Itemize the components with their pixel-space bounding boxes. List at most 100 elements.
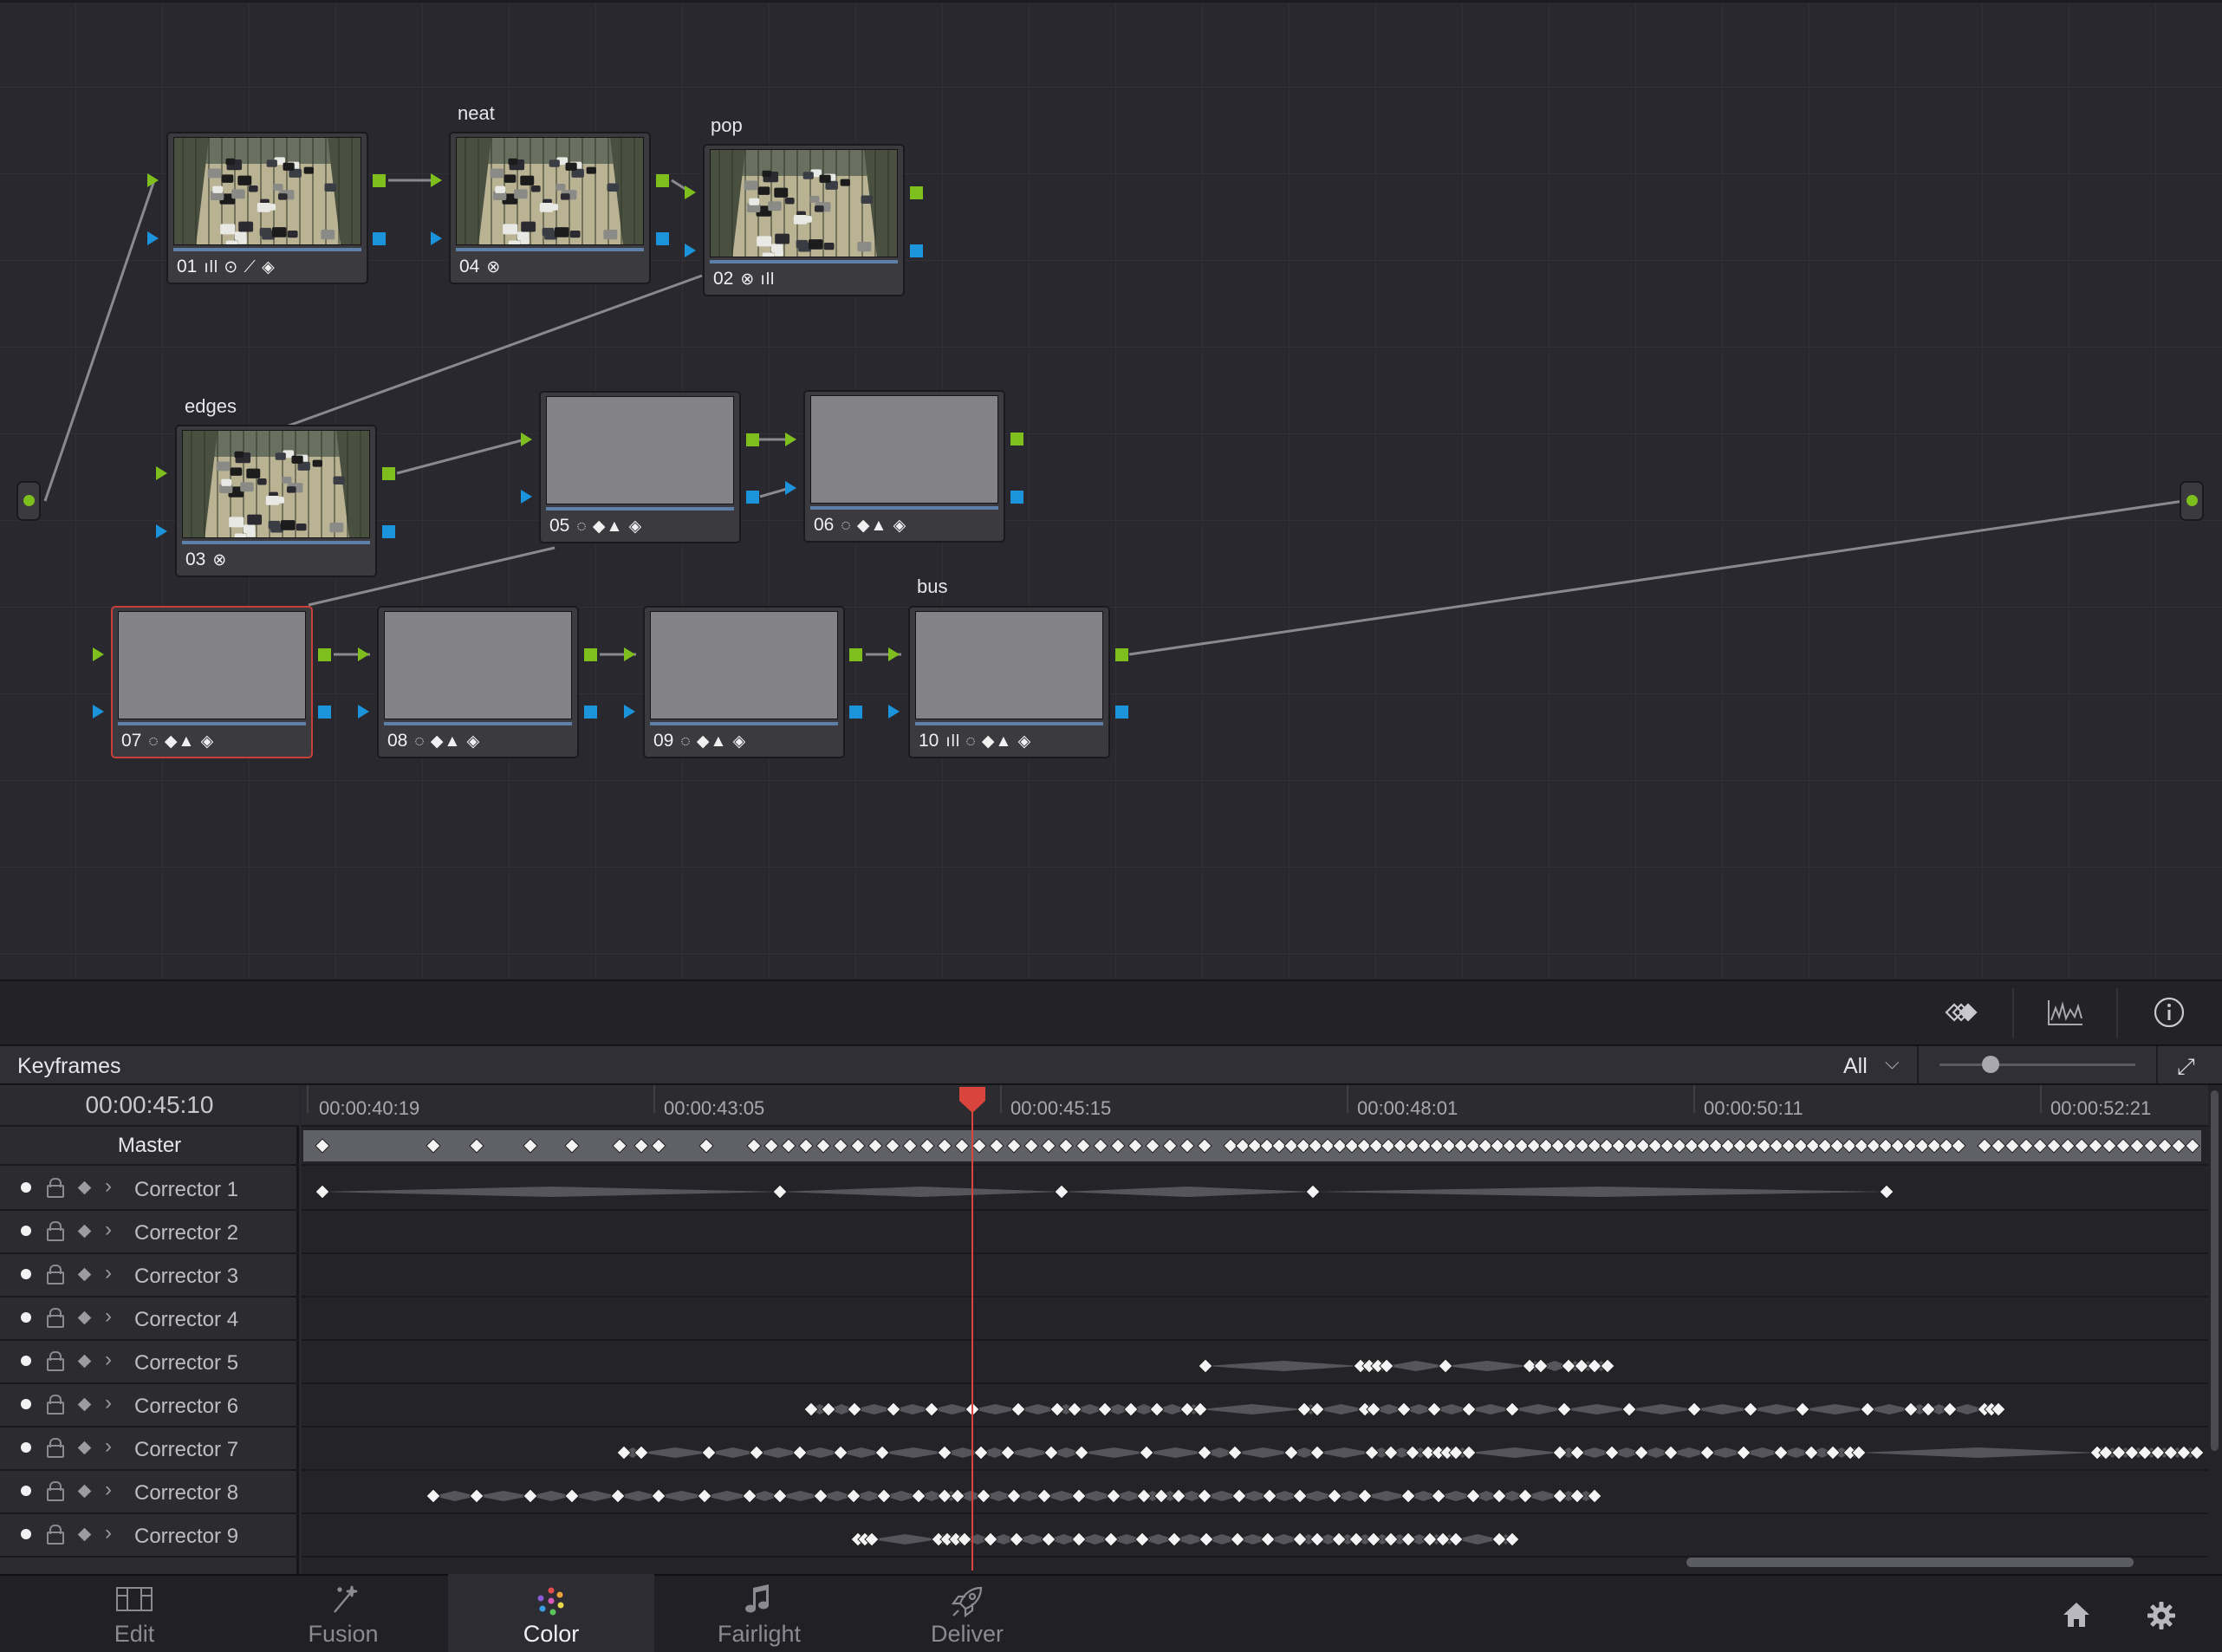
node-09[interactable]: 09 ◌ ◆▲ ◈ (643, 606, 845, 758)
lock-icon[interactable] (47, 1438, 64, 1458)
keyframe-icon[interactable] (77, 1311, 92, 1325)
rgb-output-port[interactable] (746, 433, 759, 446)
rgb-input-icon[interactable] (156, 466, 167, 480)
node-04[interactable]: 04 ⊗ (449, 132, 651, 284)
key-input-icon[interactable] (431, 231, 442, 245)
visibility-icon[interactable] (21, 1269, 31, 1279)
keyframe-lane[interactable] (302, 1384, 2208, 1428)
lock-icon[interactable] (47, 1308, 64, 1328)
rgb-input-icon[interactable] (93, 647, 104, 661)
rgb-output-port[interactable] (1010, 433, 1023, 446)
keyframe-lane[interactable] (302, 1167, 2208, 1211)
rgb-output-port[interactable] (1115, 648, 1128, 661)
lock-icon[interactable] (47, 1481, 64, 1501)
keyframes-icon[interactable] (1939, 995, 1979, 1030)
rgb-input-icon[interactable] (431, 173, 442, 187)
keyframe-icon[interactable] (77, 1180, 92, 1195)
key-output-port[interactable] (849, 706, 862, 719)
track-row-corrector-4[interactable]: › Corrector 4 (0, 1298, 299, 1341)
track-row-corrector-2[interactable]: › Corrector 2 (0, 1211, 299, 1254)
chevron-right-icon[interactable]: › (105, 1304, 112, 1329)
key-output-port[interactable] (1010, 491, 1023, 504)
page-tab-color[interactable]: Color (448, 1574, 654, 1652)
key-output-port[interactable] (1115, 706, 1128, 719)
keyframe-lane[interactable] (302, 1428, 2208, 1471)
rgb-output-port[interactable] (849, 648, 862, 661)
timeline-ruler[interactable]: 00:00:40:19 00:00:43:05 00:00:45:15 00:0… (302, 1085, 2208, 1127)
node-10[interactable]: 10 ıll ◌ ◆▲ ◈ (908, 606, 1110, 758)
keyframe-icon[interactable] (77, 1527, 92, 1542)
vertical-scrollbar-thumb[interactable] (2211, 1090, 2219, 1451)
key-input-icon[interactable] (93, 705, 104, 719)
visibility-icon[interactable] (21, 1182, 31, 1193)
keyframe-icon[interactable] (77, 1267, 92, 1282)
lock-icon[interactable] (47, 1351, 64, 1371)
rgb-input-icon[interactable] (521, 433, 532, 446)
lock-icon[interactable] (47, 1525, 64, 1545)
key-input-icon[interactable] (358, 705, 369, 719)
rgb-output-port[interactable] (910, 186, 923, 199)
key-input-icon[interactable] (785, 481, 796, 495)
node-08[interactable]: 08 ◌ ◆▲ ◈ (377, 606, 579, 758)
lock-icon[interactable] (47, 1395, 64, 1415)
track-row-corrector-6[interactable]: › Corrector 6 (0, 1384, 299, 1428)
rgb-output-port[interactable] (318, 648, 331, 661)
chevron-right-icon[interactable]: › (105, 1434, 112, 1459)
rgb-input-icon[interactable] (785, 433, 796, 446)
source-input-node[interactable] (16, 481, 41, 521)
rgb-output-port[interactable] (656, 174, 669, 187)
track-row-corrector-3[interactable]: › Corrector 3 (0, 1254, 299, 1298)
node-01[interactable]: 01 ıll ⊙ ⟋ ◈ (166, 132, 368, 284)
track-row-corrector-9[interactable]: › Corrector 9 (0, 1514, 299, 1558)
rgb-input-icon[interactable] (685, 185, 696, 199)
zoom-slider-handle[interactable] (1982, 1056, 1999, 1073)
keyframe-icon[interactable] (77, 1484, 92, 1499)
zoom-slider[interactable] (1939, 1063, 2135, 1066)
visibility-icon[interactable] (21, 1226, 31, 1236)
node-03[interactable]: 03 ⊗ (175, 425, 377, 577)
key-output-port[interactable] (373, 232, 386, 245)
info-icon[interactable] (2149, 995, 2189, 1030)
keyframe-icon[interactable] (77, 1354, 92, 1369)
key-input-icon[interactable] (521, 490, 532, 504)
chevron-right-icon[interactable]: › (105, 1218, 112, 1242)
visibility-icon[interactable] (21, 1399, 31, 1409)
key-input-icon[interactable] (888, 705, 900, 719)
node-06[interactable]: 06 ◌ ◆▲ ◈ (803, 390, 1005, 543)
key-output-port[interactable] (656, 232, 669, 245)
visibility-icon[interactable] (21, 1486, 31, 1496)
visibility-icon[interactable] (21, 1442, 31, 1453)
chevron-down-icon[interactable]: ⌵ (1885, 1051, 1900, 1074)
key-output-port[interactable] (910, 244, 923, 257)
chevron-right-icon[interactable]: › (105, 1478, 112, 1502)
settings-icon[interactable] (2146, 1600, 2177, 1639)
horizontal-scrollbar-thumb[interactable] (1686, 1558, 2134, 1567)
expand-icon[interactable]: ⤢ (2177, 1053, 2195, 1081)
chevron-right-icon[interactable]: › (105, 1348, 112, 1372)
key-output-port[interactable] (382, 525, 395, 538)
node-02[interactable]: 02 ⊗ ıll (703, 144, 905, 296)
node-05[interactable]: 05 ◌ ◆▲ ◈ (539, 391, 741, 543)
keyframe-lane[interactable] (302, 1211, 2208, 1254)
master-keyframe-lane[interactable] (302, 1127, 2208, 1166)
page-tab-fairlight[interactable]: Fairlight (656, 1574, 862, 1652)
rgb-input-icon[interactable] (147, 173, 159, 187)
rgb-input-icon[interactable] (888, 647, 900, 661)
key-output-port[interactable] (584, 706, 597, 719)
visibility-icon[interactable] (21, 1312, 31, 1323)
lock-icon[interactable] (47, 1178, 64, 1198)
page-tab-edit[interactable]: Edit (31, 1574, 237, 1652)
curves-icon[interactable] (2045, 995, 2085, 1030)
track-row-corrector-1[interactable]: › Corrector 1 (0, 1167, 299, 1211)
page-tab-fusion[interactable]: Fusion (240, 1574, 446, 1652)
keyframe-lane[interactable] (302, 1254, 2208, 1298)
output-node[interactable] (2180, 481, 2204, 521)
keyframe-lane[interactable] (302, 1471, 2208, 1514)
key-input-icon[interactable] (156, 524, 167, 538)
node-editor[interactable]: 01 ıll ⊙ ⟋ ◈ neat 04 ⊗ pop 02 ⊗ ıll edges 0… (0, 0, 2222, 979)
keyframe-icon[interactable] (77, 1224, 92, 1239)
key-input-icon[interactable] (147, 231, 159, 245)
chevron-right-icon[interactable]: › (105, 1391, 112, 1415)
node-07[interactable]: 07 ◌ ◆▲ ◈ (111, 606, 313, 758)
page-tab-deliver[interactable]: Deliver (864, 1574, 1070, 1652)
